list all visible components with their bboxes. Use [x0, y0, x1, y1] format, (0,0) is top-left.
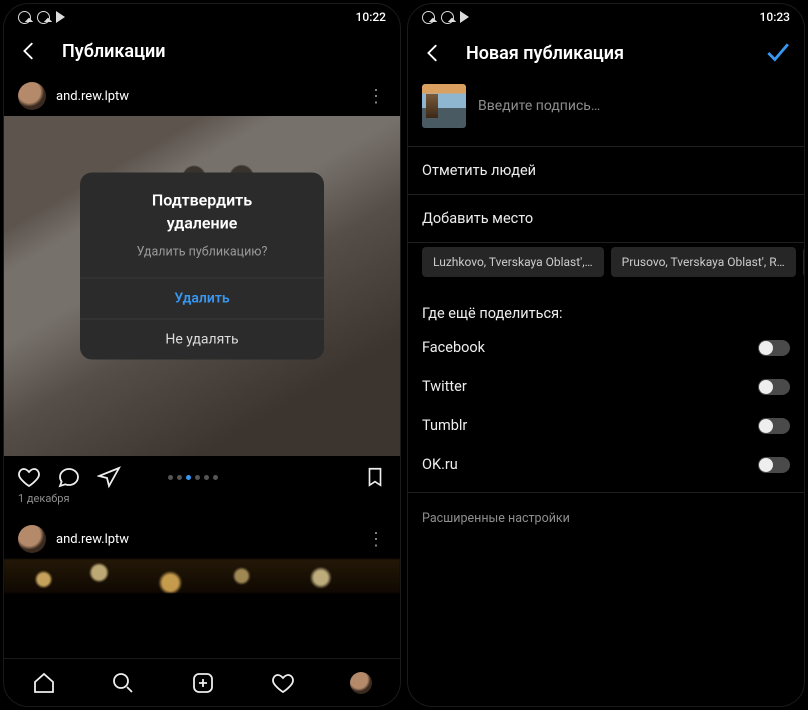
- share-target-label: Twitter: [422, 378, 467, 395]
- confirm-delete-modal: Подтвердить удаление Удалить публикацию?…: [80, 172, 324, 359]
- new-post-tab[interactable]: [191, 671, 215, 695]
- delete-button[interactable]: Удалить: [80, 277, 324, 318]
- modal-title: Подтвердить: [80, 172, 324, 213]
- right-phone: 10:23 Новая публикация Введите подпись… …: [408, 4, 804, 706]
- home-tab[interactable]: [32, 671, 56, 695]
- share-tumblr-row[interactable]: Tumblr: [408, 406, 804, 445]
- comment-icon[interactable]: [56, 464, 82, 490]
- more-options-button[interactable]: ⋮: [367, 529, 386, 550]
- share-section-title: Где ещё поделиться:: [408, 289, 804, 328]
- tag-people-row[interactable]: Отметить людей: [408, 146, 804, 194]
- appbar: Новая публикация: [408, 30, 804, 80]
- carousel-indicator: [136, 475, 249, 480]
- share-target-label: OK.ru: [422, 456, 458, 473]
- back-button[interactable]: [18, 40, 40, 62]
- profile-tab[interactable]: [350, 672, 372, 694]
- modal-subtitle: Удалить публикацию?: [80, 244, 324, 277]
- toggle[interactable]: [758, 379, 790, 395]
- play-store-icon: [56, 11, 65, 23]
- share-facebook-row[interactable]: Facebook: [408, 328, 804, 367]
- caption-row[interactable]: Введите подпись…: [408, 80, 804, 146]
- statusbar: 10:23: [408, 4, 804, 30]
- post-header: and.rew.lptw ⋮: [4, 76, 400, 116]
- modal-title: удаление: [80, 213, 324, 244]
- bottom-tabbar: [4, 658, 400, 706]
- caption-input[interactable]: Введите подпись…: [478, 98, 600, 114]
- like-icon[interactable]: [16, 464, 42, 490]
- back-button[interactable]: [422, 42, 444, 64]
- place-chip[interactable]: Prusovo, Tverskaya Oblast', R…: [611, 247, 796, 277]
- viber-icon: [18, 11, 31, 24]
- more-options-button[interactable]: ⋮: [367, 86, 386, 107]
- page-title: Новая публикация: [466, 43, 742, 64]
- search-tab[interactable]: [111, 671, 135, 695]
- post-image[interactable]: [4, 559, 400, 593]
- share-twitter-row[interactable]: Twitter: [408, 367, 804, 406]
- add-place-row[interactable]: Добавить место: [408, 194, 804, 243]
- avatar[interactable]: [18, 82, 46, 110]
- post-thumbnail[interactable]: [422, 84, 466, 128]
- status-time: 10:23: [760, 10, 790, 24]
- viber-icon: [441, 11, 454, 24]
- share-icon[interactable]: [96, 464, 122, 490]
- avatar[interactable]: [18, 525, 46, 553]
- left-phone: 10:22 Публикации and.rew.lptw ⋮ Подтверд…: [4, 4, 400, 706]
- statusbar: 10:22: [4, 4, 400, 30]
- share-target-label: Facebook: [422, 339, 485, 356]
- appbar: Публикации: [4, 30, 400, 76]
- username[interactable]: and.rew.lptw: [56, 532, 367, 547]
- cancel-button[interactable]: Не удалять: [80, 318, 324, 359]
- toggle[interactable]: [758, 457, 790, 473]
- place-chip[interactable]: Прямух…: [803, 247, 804, 277]
- post-header: and.rew.lptw ⋮: [4, 519, 400, 559]
- share-okru-row[interactable]: OK.ru: [408, 445, 804, 484]
- place-suggestions: Luzhkovo, Tverskaya Oblast',… Prusovo, T…: [408, 243, 804, 289]
- share-target-label: Tumblr: [422, 417, 467, 434]
- toggle[interactable]: [758, 340, 790, 356]
- play-store-icon: [460, 11, 469, 23]
- viber-icon: [422, 11, 435, 24]
- confirm-button[interactable]: [764, 40, 790, 66]
- place-chip[interactable]: Luzhkovo, Tverskaya Oblast',…: [422, 247, 604, 277]
- viber-icon: [37, 11, 50, 24]
- status-time: 10:22: [356, 10, 386, 24]
- advanced-settings-row[interactable]: Расширенные настройки: [408, 492, 804, 544]
- post-actions: [4, 456, 400, 492]
- activity-tab[interactable]: [271, 671, 295, 695]
- bookmark-icon[interactable]: [362, 464, 388, 490]
- post-date: 1 декабря: [4, 492, 400, 519]
- page-title: Публикации: [62, 41, 165, 62]
- username[interactable]: and.rew.lptw: [56, 89, 367, 104]
- toggle[interactable]: [758, 418, 790, 434]
